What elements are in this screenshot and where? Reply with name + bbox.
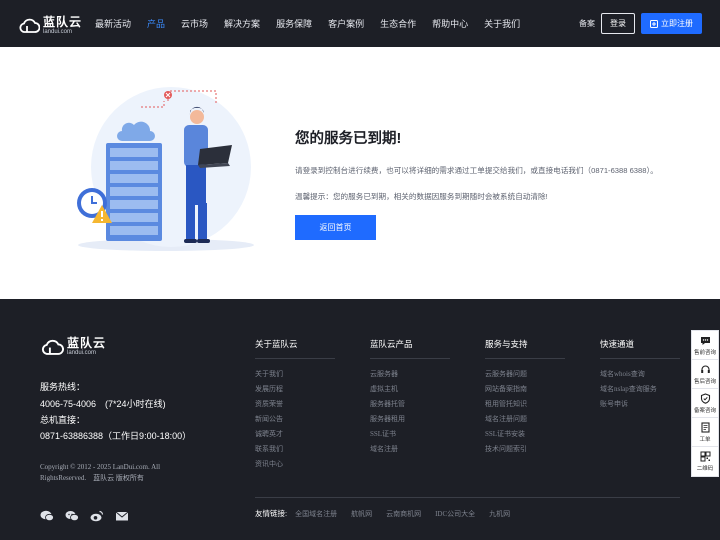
expiry-tip: 温馨提示：您的服务已到期，相关的数据因服务到期随时会被系统自动清除! <box>295 192 548 201</box>
footer-column-quick: 快速通道 域名whois查询 域名nslap查询服务 账号申诉 <box>600 338 680 412</box>
footer-link[interactable]: 域名nslap查询服务 <box>600 382 680 397</box>
friend-link[interactable]: 云南商机网 <box>386 509 421 519</box>
footer-brand-name: 蓝队云 <box>67 336 107 350</box>
footer-link[interactable]: 虚拟主机 <box>370 382 450 397</box>
column-title: 服务与支持 <box>485 338 565 359</box>
footer-link[interactable]: 发展历程 <box>255 382 335 397</box>
footer-link[interactable]: 云服务器 <box>370 367 450 382</box>
friend-link[interactable]: 全国域名注册 <box>295 509 337 519</box>
site-footer: 蓝队云 landui.com 服务热线： 4006-75-4006 (7*24小… <box>0 299 720 540</box>
brand-domain: landui.com <box>43 28 73 35</box>
nav-item-cloud-market[interactable]: 云市场 <box>181 17 208 30</box>
friend-link[interactable]: 航帆网 <box>351 509 372 519</box>
friend-link[interactable]: 九机网 <box>489 509 510 519</box>
footer-link[interactable]: 域名whois查询 <box>600 367 680 382</box>
side-label: 售前咨询 <box>693 349 716 356</box>
footer-link[interactable]: SSL证书 <box>370 427 450 442</box>
direct-line-number: 0871-63886388（工作日9:00-18:00） <box>40 431 192 441</box>
footer-link[interactable]: 资质荣誉 <box>255 397 335 412</box>
wechat-icon[interactable] <box>65 510 79 522</box>
footer-logo[interactable]: 蓝队云 landui.com <box>40 337 106 356</box>
brand-logo[interactable]: 蓝队云 landui.com <box>18 14 82 36</box>
side-presale-consult[interactable]: 售前咨询 <box>692 331 718 360</box>
footer-link[interactable]: 诚聘英才 <box>255 427 335 442</box>
nav-item-ecosystem[interactable]: 生态合作 <box>380 17 416 30</box>
side-label: 备案咨询 <box>693 407 716 414</box>
ticket-icon <box>700 421 710 433</box>
main-nav: 最新活动 产品 云市场 解决方案 服务保障 客户案例 生态合作 帮助中心 关于我… <box>95 0 536 47</box>
footer-link[interactable]: 域名注册 <box>370 442 450 457</box>
cloud-logo-icon <box>41 339 64 355</box>
footer-link[interactable]: 服务器托管 <box>370 397 450 412</box>
footer-link[interactable]: 新闻公告 <box>255 412 335 427</box>
footer-brand-domain: landui.com <box>67 350 97 356</box>
server-expired-illustration <box>77 87 254 251</box>
nav-item-solutions[interactable]: 解决方案 <box>224 17 260 30</box>
side-aftersale-consult[interactable]: 售后咨询 <box>692 360 718 389</box>
footer-link[interactable]: 资讯中心 <box>255 457 335 472</box>
headset-icon <box>700 364 710 373</box>
footer-link[interactable]: SSL证书安装 <box>485 427 565 442</box>
side-ticket[interactable]: 工单 <box>692 418 718 447</box>
register-button[interactable]: 立即注册 <box>641 13 702 34</box>
beian-link[interactable]: 备案 <box>579 18 595 29</box>
back-home-button[interactable]: 返回首页 <box>295 215 376 240</box>
top-header: 蓝队云 landui.com 最新活动 产品 云市场 解决方案 服务保障 客户案… <box>0 0 720 47</box>
footer-column-products: 蓝队云产品 云服务器 虚拟主机 服务器托管 服务器租用 SSL证书 域名注册 <box>370 338 450 457</box>
footer-link[interactable]: 网站备案指南 <box>485 382 565 397</box>
side-beian-consult[interactable]: 备案咨询 <box>692 389 718 418</box>
side-qrcode[interactable]: 二维码 <box>692 447 718 476</box>
footer-link[interactable]: 域名注册问题 <box>485 412 565 427</box>
direct-line-label: 总机直接： <box>40 415 86 425</box>
social-links <box>40 510 140 522</box>
friend-links: 友情链接: 全国域名注册 航帆网 云南商机网 IDC公司大全 九机网 <box>255 508 524 519</box>
chat-bubble-icon <box>700 336 710 345</box>
nav-item-service[interactable]: 服务保障 <box>276 17 312 30</box>
hotline-number: 4006-75-4006 (7*24小时在线) <box>40 399 166 409</box>
footer-link[interactable]: 技术问题索引 <box>485 442 565 457</box>
side-float-toolbar: 售前咨询 售后咨询 备案咨询 工单 二维码 <box>691 330 719 477</box>
shield-icon <box>700 392 710 404</box>
nav-item-activities[interactable]: 最新活动 <box>95 17 131 30</box>
page-title: 您的服务已到期! <box>295 131 402 147</box>
side-label: 售后咨询 <box>693 378 716 385</box>
side-label: 二维码 <box>696 466 714 472</box>
footer-link[interactable]: 账号申诉 <box>600 397 680 412</box>
register-label: 立即注册 <box>661 19 693 28</box>
footer-link[interactable]: 服务器租用 <box>370 412 450 427</box>
column-title: 关于蓝队云 <box>255 338 335 359</box>
chat-icon[interactable] <box>40 510 54 522</box>
footer-link[interactable]: 关于我们 <box>255 367 335 382</box>
login-button[interactable]: 登录 <box>601 13 635 34</box>
footer-column-about: 关于蓝队云 关于我们 发展历程 资质荣誉 新闻公告 诚聘英才 联系我们 资讯中心 <box>255 338 335 472</box>
footer-link[interactable]: 联系我们 <box>255 442 335 457</box>
divider <box>255 497 680 498</box>
cloud-logo-icon <box>19 18 40 33</box>
friend-links-label: 友情链接: <box>255 509 288 518</box>
hotline-label: 服务热线： <box>40 382 86 392</box>
nav-item-products[interactable]: 产品 <box>147 17 165 30</box>
column-title: 快速通道 <box>600 338 680 359</box>
nav-item-cases[interactable]: 客户案例 <box>328 17 364 30</box>
friend-link[interactable]: IDC公司大全 <box>435 509 475 519</box>
copyright: Copyright © 2012 - 2025 LanDui.com. All … <box>40 463 161 482</box>
register-icon <box>650 19 658 28</box>
brand-name: 蓝队云 <box>43 14 83 29</box>
footer-column-support: 服务与支持 云服务器问题 网站备案指南 租用管托知识 域名注册问题 SSL证书安… <box>485 338 565 457</box>
column-title: 蓝队云产品 <box>370 338 450 359</box>
expiry-description: 请登录到控制台进行续费，也可以将详细的需求通过工单提交给我们，或直接电话我们（0… <box>295 166 658 175</box>
side-label: 工单 <box>699 436 711 443</box>
weibo-icon[interactable] <box>90 510 104 522</box>
nav-item-help[interactable]: 帮助中心 <box>432 17 468 30</box>
expired-notice-section: 您的服务已到期! 请登录到控制台进行续费，也可以将详细的需求通过工单提交给我们，… <box>0 47 720 299</box>
nav-item-about[interactable]: 关于我们 <box>484 17 520 30</box>
mail-icon[interactable] <box>115 510 129 522</box>
footer-link[interactable]: 租用管托知识 <box>485 397 565 412</box>
footer-link[interactable]: 云服务器问题 <box>485 367 565 382</box>
qrcode-icon <box>700 451 710 462</box>
